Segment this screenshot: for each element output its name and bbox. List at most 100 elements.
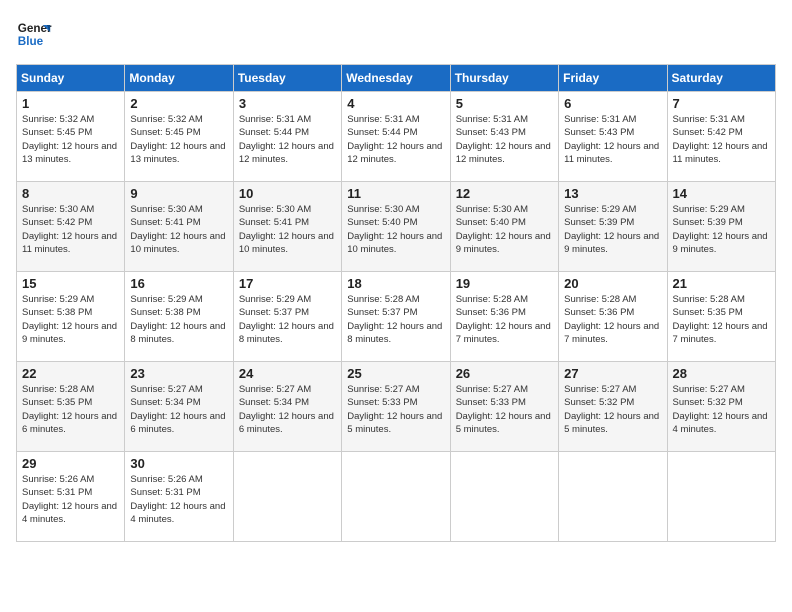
- day-info: Sunrise: 5:31 AM Sunset: 5:43 PM Dayligh…: [564, 113, 661, 166]
- calendar-cell: 24 Sunrise: 5:27 AM Sunset: 5:34 PM Dayl…: [233, 362, 341, 452]
- day-number: 24: [239, 366, 336, 381]
- day-number: 15: [22, 276, 119, 291]
- day-number: 6: [564, 96, 661, 111]
- day-info: Sunrise: 5:28 AM Sunset: 5:35 PM Dayligh…: [22, 383, 119, 436]
- calendar-body: 1 Sunrise: 5:32 AM Sunset: 5:45 PM Dayli…: [17, 92, 776, 542]
- day-info: Sunrise: 5:29 AM Sunset: 5:38 PM Dayligh…: [22, 293, 119, 346]
- calendar-cell: [667, 452, 775, 542]
- day-info: Sunrise: 5:30 AM Sunset: 5:41 PM Dayligh…: [239, 203, 336, 256]
- calendar-cell: 3 Sunrise: 5:31 AM Sunset: 5:44 PM Dayli…: [233, 92, 341, 182]
- day-number: 18: [347, 276, 444, 291]
- weekday-header: Thursday: [450, 65, 558, 92]
- calendar-cell: 22 Sunrise: 5:28 AM Sunset: 5:35 PM Dayl…: [17, 362, 125, 452]
- day-number: 28: [673, 366, 770, 381]
- calendar-cell: 25 Sunrise: 5:27 AM Sunset: 5:33 PM Dayl…: [342, 362, 450, 452]
- calendar-cell: 7 Sunrise: 5:31 AM Sunset: 5:42 PM Dayli…: [667, 92, 775, 182]
- day-info: Sunrise: 5:30 AM Sunset: 5:41 PM Dayligh…: [130, 203, 227, 256]
- calendar-cell: 23 Sunrise: 5:27 AM Sunset: 5:34 PM Dayl…: [125, 362, 233, 452]
- day-number: 2: [130, 96, 227, 111]
- calendar-header-row: SundayMondayTuesdayWednesdayThursdayFrid…: [17, 65, 776, 92]
- day-info: Sunrise: 5:32 AM Sunset: 5:45 PM Dayligh…: [22, 113, 119, 166]
- day-number: 11: [347, 186, 444, 201]
- day-info: Sunrise: 5:27 AM Sunset: 5:34 PM Dayligh…: [239, 383, 336, 436]
- day-info: Sunrise: 5:28 AM Sunset: 5:36 PM Dayligh…: [564, 293, 661, 346]
- calendar-cell: 14 Sunrise: 5:29 AM Sunset: 5:39 PM Dayl…: [667, 182, 775, 272]
- day-info: Sunrise: 5:30 AM Sunset: 5:42 PM Dayligh…: [22, 203, 119, 256]
- calendar-cell: 30 Sunrise: 5:26 AM Sunset: 5:31 PM Dayl…: [125, 452, 233, 542]
- day-number: 22: [22, 366, 119, 381]
- calendar-cell: 20 Sunrise: 5:28 AM Sunset: 5:36 PM Dayl…: [559, 272, 667, 362]
- day-number: 13: [564, 186, 661, 201]
- calendar-cell: 15 Sunrise: 5:29 AM Sunset: 5:38 PM Dayl…: [17, 272, 125, 362]
- day-number: 7: [673, 96, 770, 111]
- day-info: Sunrise: 5:31 AM Sunset: 5:42 PM Dayligh…: [673, 113, 770, 166]
- calendar-cell: 11 Sunrise: 5:30 AM Sunset: 5:40 PM Dayl…: [342, 182, 450, 272]
- day-info: Sunrise: 5:31 AM Sunset: 5:44 PM Dayligh…: [347, 113, 444, 166]
- day-info: Sunrise: 5:29 AM Sunset: 5:39 PM Dayligh…: [673, 203, 770, 256]
- weekday-header: Tuesday: [233, 65, 341, 92]
- day-info: Sunrise: 5:26 AM Sunset: 5:31 PM Dayligh…: [22, 473, 119, 526]
- calendar-cell: 18 Sunrise: 5:28 AM Sunset: 5:37 PM Dayl…: [342, 272, 450, 362]
- day-info: Sunrise: 5:30 AM Sunset: 5:40 PM Dayligh…: [456, 203, 553, 256]
- weekday-header: Wednesday: [342, 65, 450, 92]
- day-number: 20: [564, 276, 661, 291]
- day-number: 14: [673, 186, 770, 201]
- day-info: Sunrise: 5:28 AM Sunset: 5:37 PM Dayligh…: [347, 293, 444, 346]
- day-number: 26: [456, 366, 553, 381]
- day-info: Sunrise: 5:27 AM Sunset: 5:33 PM Dayligh…: [347, 383, 444, 436]
- day-info: Sunrise: 5:31 AM Sunset: 5:43 PM Dayligh…: [456, 113, 553, 166]
- calendar-cell: 27 Sunrise: 5:27 AM Sunset: 5:32 PM Dayl…: [559, 362, 667, 452]
- calendar-cell: 2 Sunrise: 5:32 AM Sunset: 5:45 PM Dayli…: [125, 92, 233, 182]
- calendar-cell: 12 Sunrise: 5:30 AM Sunset: 5:40 PM Dayl…: [450, 182, 558, 272]
- logo-icon: General Blue: [16, 16, 52, 52]
- weekday-header: Saturday: [667, 65, 775, 92]
- calendar-cell: 21 Sunrise: 5:28 AM Sunset: 5:35 PM Dayl…: [667, 272, 775, 362]
- day-number: 27: [564, 366, 661, 381]
- day-info: Sunrise: 5:27 AM Sunset: 5:32 PM Dayligh…: [673, 383, 770, 436]
- day-info: Sunrise: 5:29 AM Sunset: 5:38 PM Dayligh…: [130, 293, 227, 346]
- day-number: 23: [130, 366, 227, 381]
- day-info: Sunrise: 5:28 AM Sunset: 5:35 PM Dayligh…: [673, 293, 770, 346]
- calendar-cell: 8 Sunrise: 5:30 AM Sunset: 5:42 PM Dayli…: [17, 182, 125, 272]
- calendar-cell: 28 Sunrise: 5:27 AM Sunset: 5:32 PM Dayl…: [667, 362, 775, 452]
- day-number: 1: [22, 96, 119, 111]
- calendar-cell: 4 Sunrise: 5:31 AM Sunset: 5:44 PM Dayli…: [342, 92, 450, 182]
- calendar-week-row: 22 Sunrise: 5:28 AM Sunset: 5:35 PM Dayl…: [17, 362, 776, 452]
- day-number: 21: [673, 276, 770, 291]
- calendar-cell: [450, 452, 558, 542]
- day-info: Sunrise: 5:32 AM Sunset: 5:45 PM Dayligh…: [130, 113, 227, 166]
- day-info: Sunrise: 5:26 AM Sunset: 5:31 PM Dayligh…: [130, 473, 227, 526]
- day-number: 8: [22, 186, 119, 201]
- calendar-cell: 5 Sunrise: 5:31 AM Sunset: 5:43 PM Dayli…: [450, 92, 558, 182]
- calendar-week-row: 29 Sunrise: 5:26 AM Sunset: 5:31 PM Dayl…: [17, 452, 776, 542]
- day-number: 10: [239, 186, 336, 201]
- calendar-week-row: 8 Sunrise: 5:30 AM Sunset: 5:42 PM Dayli…: [17, 182, 776, 272]
- calendar-week-row: 1 Sunrise: 5:32 AM Sunset: 5:45 PM Dayli…: [17, 92, 776, 182]
- logo: General Blue: [16, 16, 52, 52]
- day-number: 29: [22, 456, 119, 471]
- calendar-cell: 1 Sunrise: 5:32 AM Sunset: 5:45 PM Dayli…: [17, 92, 125, 182]
- day-number: 25: [347, 366, 444, 381]
- day-info: Sunrise: 5:29 AM Sunset: 5:39 PM Dayligh…: [564, 203, 661, 256]
- calendar-cell: 26 Sunrise: 5:27 AM Sunset: 5:33 PM Dayl…: [450, 362, 558, 452]
- day-number: 4: [347, 96, 444, 111]
- page-header: General Blue: [16, 16, 776, 52]
- weekday-header: Friday: [559, 65, 667, 92]
- day-number: 5: [456, 96, 553, 111]
- calendar-cell: [233, 452, 341, 542]
- day-number: 17: [239, 276, 336, 291]
- calendar-cell: 9 Sunrise: 5:30 AM Sunset: 5:41 PM Dayli…: [125, 182, 233, 272]
- day-info: Sunrise: 5:27 AM Sunset: 5:33 PM Dayligh…: [456, 383, 553, 436]
- calendar-cell: 10 Sunrise: 5:30 AM Sunset: 5:41 PM Dayl…: [233, 182, 341, 272]
- calendar-cell: 13 Sunrise: 5:29 AM Sunset: 5:39 PM Dayl…: [559, 182, 667, 272]
- day-info: Sunrise: 5:31 AM Sunset: 5:44 PM Dayligh…: [239, 113, 336, 166]
- day-info: Sunrise: 5:29 AM Sunset: 5:37 PM Dayligh…: [239, 293, 336, 346]
- svg-text:Blue: Blue: [18, 35, 44, 48]
- day-info: Sunrise: 5:27 AM Sunset: 5:34 PM Dayligh…: [130, 383, 227, 436]
- day-number: 19: [456, 276, 553, 291]
- day-number: 16: [130, 276, 227, 291]
- weekday-header: Monday: [125, 65, 233, 92]
- day-number: 9: [130, 186, 227, 201]
- calendar-cell: [559, 452, 667, 542]
- day-number: 3: [239, 96, 336, 111]
